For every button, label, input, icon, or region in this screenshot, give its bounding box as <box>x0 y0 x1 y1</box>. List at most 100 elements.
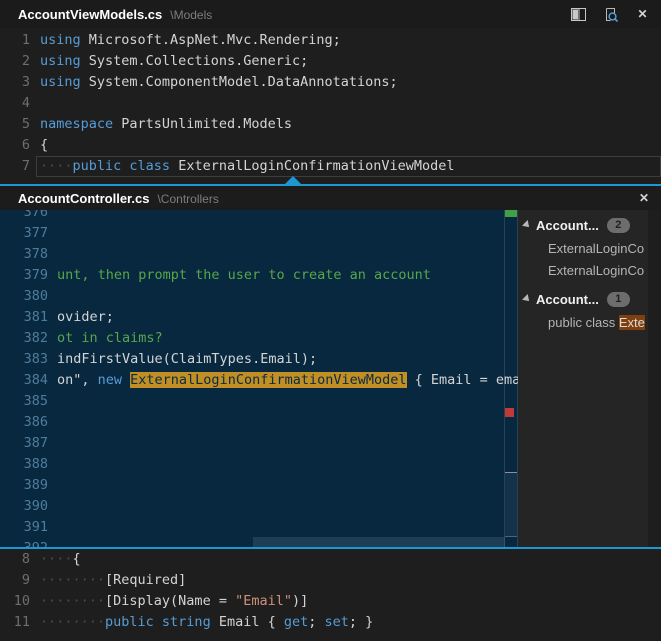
code-text: ····public class ExternalLoginConfirmati… <box>40 156 455 177</box>
open-preview-icon <box>603 7 619 22</box>
editor-title-bar: AccountViewModels.cs \Models <box>0 0 661 28</box>
code-line[interactable]: 381ovider; <box>0 307 518 328</box>
line-number: 376 <box>0 210 48 223</box>
code-text: unt, then prompt the user to create an a… <box>57 265 431 286</box>
line-number: 392 <box>0 538 48 547</box>
reference-count-badge: 1 <box>607 292 630 307</box>
peek-filename: AccountController.cs <box>18 191 149 206</box>
code-text: using System.ComponentModel.DataAnnotati… <box>40 72 398 93</box>
reference-item-label: ExternalLoginCo <box>548 263 644 278</box>
line-number: 388 <box>0 454 48 475</box>
code-line[interactable]: 9 ········[Required] <box>0 570 661 591</box>
line-number: 7 <box>0 156 30 177</box>
line-number: 3 <box>0 72 30 93</box>
code-line[interactable]: 11 ········public string Email { get; set… <box>0 612 661 633</box>
line-number: 379 <box>0 265 48 286</box>
horizontal-scrollbar-slider[interactable] <box>253 537 505 547</box>
code-line[interactable]: 383indFirstValue(ClaimTypes.Email); <box>0 349 518 370</box>
code-text: on", new ExternalLoginConfirmationViewMo… <box>57 370 518 391</box>
code-line[interactable]: 6{ <box>0 135 661 156</box>
reference-item-selected[interactable]: public class Exte <box>518 311 648 333</box>
reference-match-highlight: Exte <box>619 315 645 330</box>
reference-item[interactable]: ExternalLoginCo <box>518 237 648 259</box>
code-line[interactable]: 386 <box>0 412 518 433</box>
peek-filepath: \Controllers <box>157 192 218 206</box>
split-editor-icon <box>571 8 586 21</box>
code-text: ····{ <box>40 549 81 570</box>
code-line[interactable]: 377 <box>0 223 518 244</box>
editor-filepath: \Models <box>170 8 212 22</box>
editor-filename: AccountViewModels.cs <box>18 7 162 22</box>
split-editor-button[interactable] <box>570 6 587 23</box>
code-line[interactable]: 388 <box>0 454 518 475</box>
line-number: 382 <box>0 328 48 349</box>
code-line[interactable]: 5namespace PartsUnlimited.Models <box>0 114 661 135</box>
peek-body: 376377378379 unt, then prompt the user to… <box>0 210 661 547</box>
line-number: 1 <box>0 30 30 51</box>
code-line[interactable]: 4 <box>0 93 661 114</box>
reference-file-label: Account... <box>536 218 599 233</box>
code-line[interactable]: 384 on", new ExternalLoginConfirmationVie… <box>0 370 518 391</box>
code-text: ot in claims? <box>57 328 163 349</box>
code-line[interactable]: 391 <box>0 517 518 538</box>
code-text: using Microsoft.AspNet.Mvc.Rendering; <box>40 30 341 51</box>
reference-file-group[interactable]: Account... 2 <box>518 214 648 236</box>
reference-file-label: Account... <box>536 292 599 307</box>
reference-item-label: ExternalLoginCo <box>548 241 644 256</box>
code-line[interactable]: 379 unt, then prompt the user to create a… <box>0 265 518 286</box>
code-text: ········[Required] <box>40 570 186 591</box>
twistie-expanded-icon <box>522 294 532 304</box>
line-number: 384 <box>0 370 48 391</box>
line-number: 4 <box>0 93 30 114</box>
code-line[interactable]: 2using System.Collections.Generic; <box>0 51 661 72</box>
reference-item[interactable]: ExternalLoginCo <box>518 259 648 281</box>
line-number: 378 <box>0 244 48 265</box>
reference-file-group[interactable]: Account... 1 <box>518 288 648 310</box>
references-scrollbar-track[interactable] <box>648 210 661 547</box>
overview-ruler-green-mark <box>505 210 517 217</box>
close-icon: ✕ <box>639 191 649 205</box>
line-number: 389 <box>0 475 48 496</box>
line-number: 2 <box>0 51 30 72</box>
code-editor-top[interactable]: 1using Microsoft.AspNet.Mvc.Rendering;2u… <box>0 30 661 177</box>
code-text: ovider; <box>57 307 114 328</box>
line-number: 8 <box>0 549 30 570</box>
open-preview-button[interactable] <box>602 6 619 23</box>
vertical-scrollbar-slider[interactable] <box>505 472 517 537</box>
code-line[interactable]: 389 <box>0 475 518 496</box>
line-number: 6 <box>0 135 30 156</box>
code-line[interactable]: 8 ····{ <box>0 549 661 570</box>
code-line[interactable]: 380 <box>0 286 518 307</box>
editor-actions: ✕ <box>570 0 651 28</box>
peek-anchor-arrow-icon <box>285 176 301 184</box>
peek-code-editor[interactable]: 376377378379 unt, then prompt the user to… <box>0 210 518 547</box>
peek-title: AccountController.cs \Controllers <box>0 191 219 206</box>
code-line[interactable]: 376 <box>0 210 518 223</box>
line-number: 9 <box>0 570 30 591</box>
line-number: 383 <box>0 349 48 370</box>
code-line[interactable]: 3 using System.ComponentModel.DataAnnotat… <box>0 72 661 93</box>
vscode-editor-window: AccountViewModels.cs \Models <box>0 0 661 641</box>
peek-title-bar: AccountController.cs \Controllers ✕ <box>0 186 661 210</box>
line-number: 385 <box>0 391 48 412</box>
code-line[interactable]: 7 ····public class ExternalLoginConfirmat… <box>0 156 661 177</box>
code-line[interactable]: 10········[Display(Name = "Email")] <box>0 591 661 612</box>
code-line[interactable]: 1 using Microsoft.AspNet.Mvc.Rendering; <box>0 30 661 51</box>
code-text: ········public string Email { get; set; … <box>40 612 373 633</box>
code-line[interactable]: 382 ot in claims? <box>0 328 518 349</box>
code-editor-bottom[interactable]: 8 ····{ 9 ········[Required]10········[Disp… <box>0 549 661 633</box>
line-number: 390 <box>0 496 48 517</box>
reference-item-label: public class <box>548 315 619 330</box>
code-line[interactable]: 390 <box>0 496 518 517</box>
code-line[interactable]: 387 <box>0 433 518 454</box>
code-text: { <box>40 135 48 156</box>
peek-code-lines: 376377378379 unt, then prompt the user to… <box>0 210 518 547</box>
line-number: 380 <box>0 286 48 307</box>
code-line[interactable]: 385 <box>0 391 518 412</box>
overview-ruler-red-mark <box>505 408 514 417</box>
close-editor-button[interactable]: ✕ <box>634 6 651 23</box>
line-number: 11 <box>0 612 30 633</box>
code-line[interactable]: 378 <box>0 244 518 265</box>
peek-vertical-scrollbar[interactable] <box>504 210 518 547</box>
peek-close-button[interactable]: ✕ <box>636 190 652 206</box>
